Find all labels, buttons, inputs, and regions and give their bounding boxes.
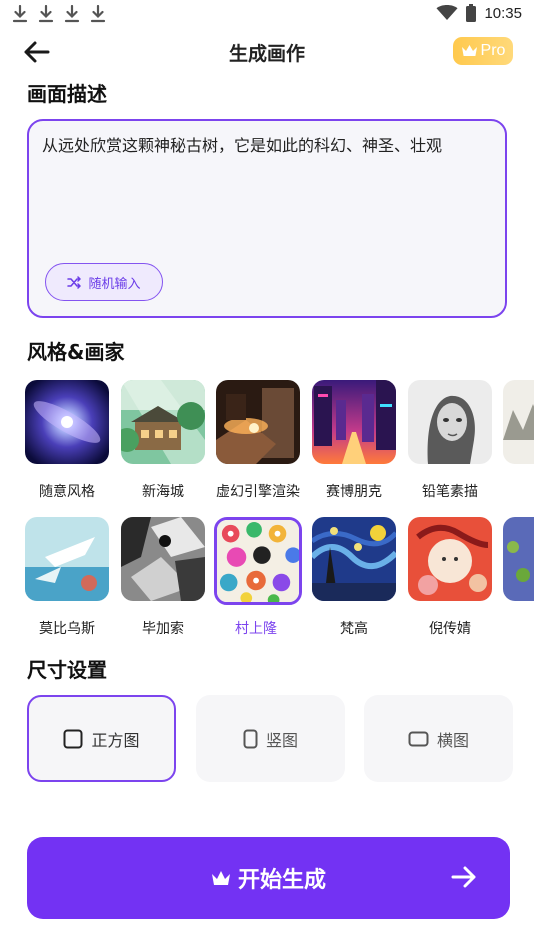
style-thumbnail-cyberpunk — [312, 380, 396, 464]
status-bar: 10:35 — [0, 0, 534, 30]
style-row-1: 随意风格 新海城 虚幻引擎渲染 赛博朋克 铅笔素描 — [25, 380, 534, 510]
style-label: 赛博朋克 — [326, 484, 382, 500]
murakami-flowers-image — [217, 520, 299, 602]
style-thumbnail-unreal — [216, 380, 300, 464]
download-icon — [38, 5, 54, 23]
clock: 10:35 — [484, 4, 522, 22]
download-icon — [12, 5, 28, 23]
ink-landscape-image — [503, 380, 534, 464]
style-item[interactable]: 倪传婧 — [408, 517, 492, 638]
crown-icon — [211, 870, 230, 885]
style-item[interactable]: 新海城 — [121, 380, 205, 501]
style-thumbnail-moebius — [25, 517, 109, 601]
starry-night-image — [312, 517, 396, 601]
style-item[interactable]: 赛博朋克 — [312, 380, 396, 501]
style-label: 铅笔素描 — [422, 484, 478, 500]
status-right: 10:35 — [436, 4, 522, 22]
style-item[interactable]: 铅笔素描 — [408, 380, 492, 501]
style-row-2: 莫比乌斯 毕加索 村上隆 梵高 倪传婧 — [25, 517, 534, 647]
style-item[interactable]: 梵高 — [312, 517, 396, 638]
style-thumbnail-xinhaicheng — [121, 380, 205, 464]
style-item[interactable]: 莫比乌斯 — [25, 517, 109, 638]
water-lilies-image — [503, 517, 534, 601]
battery-icon — [466, 4, 477, 22]
style-item[interactable]: 随意风格 — [25, 380, 109, 501]
style-thumbnail-vangogh — [312, 517, 396, 601]
size-title: 尺寸设置 — [27, 658, 107, 682]
style-label: 倪传婧 — [429, 621, 471, 637]
style-thumbnail-pencil — [408, 380, 492, 464]
random-input-label: 随机输入 — [88, 276, 141, 292]
style-thumbnail-murakami — [214, 517, 302, 605]
style-label: 毕加索 — [142, 621, 184, 637]
style-thumbnail-monet — [503, 517, 534, 601]
style-label: 梵高 — [340, 621, 368, 637]
download-icon — [90, 5, 106, 23]
landscape-icon — [408, 731, 429, 746]
style-label: 中 — [503, 481, 534, 501]
start-button-label: 开始生成 — [237, 868, 326, 893]
style-label: 随意风格 — [39, 484, 95, 500]
wifi-icon — [436, 5, 458, 20]
style-label-selected: 村上隆 — [235, 621, 277, 637]
style-item[interactable]: 莫 — [503, 517, 534, 638]
arrow-right-icon — [451, 866, 476, 888]
style-label: 虚幻引擎渲染 — [216, 484, 300, 500]
square-icon — [63, 729, 83, 748]
style-thumbnail-ni — [408, 517, 492, 601]
size-option-label: 正方图 — [91, 730, 140, 750]
size-option-landscape[interactable]: 横图 — [364, 695, 513, 782]
picasso-image — [121, 517, 205, 601]
size-option-portrait[interactable]: 竖图 — [196, 695, 345, 782]
style-thumbnail-chinese — [503, 380, 534, 464]
description-text[interactable]: 从远处欣赏这颗神秘古树，它是如此的科幻、神圣、壮观 — [42, 134, 491, 158]
download-icon — [64, 5, 80, 23]
start-button-content: 开始生成 — [27, 837, 510, 919]
style-label: 新海城 — [142, 484, 184, 500]
style-thumbnail-galaxy — [25, 380, 109, 464]
ni-chuanjing-image — [408, 517, 492, 601]
notification-icons — [12, 5, 106, 23]
description-input[interactable]: 从远处欣赏这颗神秘古树，它是如此的科幻、神圣、壮观 随机输入 — [27, 119, 507, 318]
building-forest-image — [121, 380, 205, 464]
pro-badge[interactable]: Pro — [453, 37, 513, 65]
galaxy-image — [25, 380, 109, 464]
style-item[interactable]: 村上隆 — [214, 517, 302, 638]
moebius-image — [25, 517, 109, 601]
style-label: 莫 — [503, 618, 534, 638]
style-label: 莫比乌斯 — [39, 621, 95, 637]
description-title: 画面描述 — [27, 82, 107, 106]
size-option-square[interactable]: 正方图 — [27, 695, 176, 782]
pro-label: Pro — [480, 42, 506, 59]
styles-title: 风格&画家 — [27, 340, 125, 364]
header: 生成画作 Pro — [0, 30, 534, 74]
size-option-label: 横图 — [436, 730, 469, 750]
start-generate-button[interactable]: 开始生成 — [27, 837, 510, 919]
size-option-label: 竖图 — [265, 730, 298, 750]
random-input-button[interactable]: 随机输入 — [45, 263, 163, 301]
shuffle-icon — [67, 275, 82, 289]
crown-icon — [461, 45, 477, 56]
portrait-icon — [243, 729, 258, 748]
pencil-portrait-image — [408, 380, 492, 464]
style-item[interactable]: 毕加索 — [121, 517, 205, 638]
style-thumbnail-picasso — [121, 517, 205, 601]
style-item[interactable]: 中 — [503, 380, 534, 501]
cyberpunk-city-image — [312, 380, 396, 464]
style-item[interactable]: 虚幻引擎渲染 — [216, 380, 300, 501]
unreal-render-image — [216, 380, 300, 464]
